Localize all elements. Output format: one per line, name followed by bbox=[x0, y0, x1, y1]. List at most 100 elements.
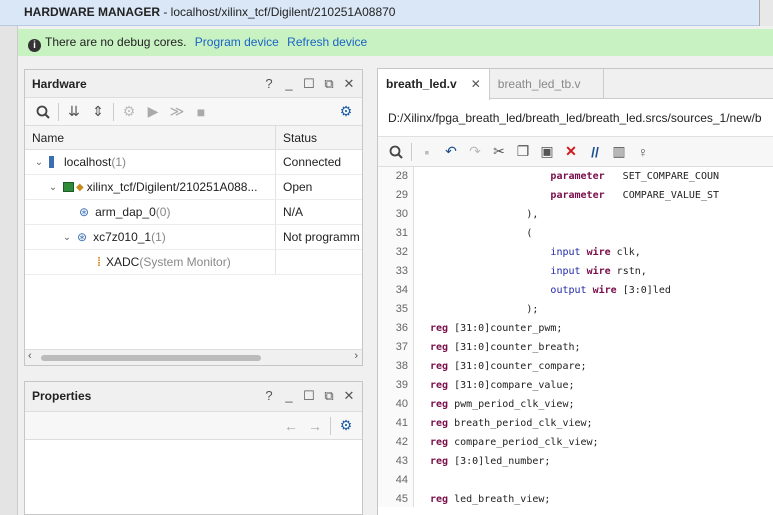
redo-icon[interactable]: ↷ bbox=[463, 140, 487, 164]
line-number: 42 bbox=[395, 436, 408, 448]
scroll-left-icon[interactable]: ‹ bbox=[28, 350, 32, 362]
code-token: reg bbox=[430, 494, 449, 505]
code-token: clk, bbox=[610, 247, 641, 258]
col-name-header[interactable]: Name bbox=[25, 126, 276, 149]
close-icon[interactable]: ✕ bbox=[342, 388, 356, 404]
code-text: output wire [3:0]led bbox=[430, 281, 670, 300]
maximize-icon[interactable]: ☐ bbox=[302, 388, 316, 404]
tree-item-name: xc7z010_1 bbox=[93, 230, 152, 244]
code-token: reg bbox=[430, 399, 449, 410]
code-text: reg [3:0]led_number; bbox=[430, 452, 550, 471]
line-number: 31 bbox=[395, 227, 408, 239]
code-token: input bbox=[550, 266, 581, 277]
code-area[interactable]: 28 parameter SET_COMPARE_COUN 29 paramete… bbox=[378, 167, 773, 509]
block-icon[interactable]: ▥ bbox=[607, 140, 631, 164]
chevron-down-icon[interactable]: ⌄ bbox=[47, 182, 59, 193]
line-number: 45 bbox=[395, 493, 408, 505]
code-text: ); bbox=[430, 300, 538, 319]
program-device-link[interactable]: Program device bbox=[195, 35, 279, 49]
col-status-header[interactable]: Status bbox=[276, 126, 317, 149]
code-line[interactable]: 45 reg led_breath_view; bbox=[378, 490, 773, 509]
info-icon: i bbox=[28, 39, 41, 52]
code-line[interactable]: 33 input wire rstn, bbox=[378, 262, 773, 281]
chip-icon: ⊛ bbox=[79, 205, 90, 219]
line-number: 37 bbox=[395, 341, 408, 353]
back-arrow-icon[interactable]: ← bbox=[279, 414, 303, 438]
stop-icon[interactable]: ■ bbox=[189, 100, 213, 124]
table-row[interactable]: ⌄ localhost (1) Connected bbox=[25, 150, 362, 175]
code-line[interactable]: 34 output wire [3:0]led bbox=[378, 281, 773, 300]
table-row[interactable]: ⌄ ⊛ xc7z010_1 (1) Not programm bbox=[25, 225, 362, 250]
search-icon[interactable] bbox=[31, 100, 55, 124]
table-row[interactable]: ⌄ ◆ xilinx_tcf/Digilent/210251A088... Op… bbox=[25, 175, 362, 200]
comment-icon[interactable]: // bbox=[583, 140, 607, 164]
code-line[interactable]: 39 reg [31:0]compare_value; bbox=[378, 376, 773, 395]
undo-icon[interactable]: ↶ bbox=[439, 140, 463, 164]
tree-item-status: N/A bbox=[283, 205, 304, 219]
scroll-right-icon[interactable]: › bbox=[354, 350, 358, 362]
code-token: output bbox=[550, 285, 587, 296]
table-row[interactable]: ⁞ XADC (System Monitor) bbox=[25, 250, 362, 275]
code-line[interactable]: 31 ( bbox=[378, 224, 773, 243]
code-text: parameter COMPARE_VALUE_ST bbox=[430, 186, 719, 205]
help-icon[interactable]: ? bbox=[262, 388, 276, 404]
code-token: COMPARE_VALUE_ST bbox=[604, 190, 719, 201]
tree-item-name: localhost bbox=[64, 155, 112, 169]
float-icon[interactable]: ⧉ bbox=[322, 76, 336, 92]
tree-item-status: Connected bbox=[283, 155, 342, 169]
code-line[interactable]: 32 input wire clk, bbox=[378, 243, 773, 262]
paste-icon[interactable]: ▣ bbox=[535, 140, 559, 164]
code-line[interactable]: 36 reg [31:0]counter_pwm; bbox=[378, 319, 773, 338]
tab-breath-led[interactable]: breath_led.v ✕ bbox=[378, 69, 490, 100]
run-trigger-icon[interactable]: ▶ bbox=[141, 100, 165, 124]
window-control[interactable] bbox=[759, 0, 773, 26]
code-line[interactable]: 35 ); bbox=[378, 300, 773, 319]
line-number: 29 bbox=[395, 189, 408, 201]
code-line[interactable]: 40 reg pwm_period_clk_view; bbox=[378, 395, 773, 414]
float-icon[interactable]: ⧉ bbox=[322, 388, 336, 404]
maximize-icon[interactable]: ☐ bbox=[302, 76, 316, 92]
code-line[interactable]: 30 ), bbox=[378, 205, 773, 224]
table-row[interactable]: ⊛ arm_dap_0 (0) N/A bbox=[25, 200, 362, 225]
code-line[interactable]: 42 reg compare_period_clk_view; bbox=[378, 433, 773, 452]
code-line[interactable]: 44 bbox=[378, 471, 773, 490]
search-icon[interactable] bbox=[384, 140, 408, 164]
run-immediate-icon[interactable]: ≫ bbox=[165, 100, 189, 124]
refresh-device-link[interactable]: Refresh device bbox=[287, 35, 367, 49]
tab-breath-led-tb[interactable]: breath_led_tb.v bbox=[490, 69, 604, 98]
settings-gear-icon[interactable]: ⚙ bbox=[334, 100, 358, 124]
expand-all-icon[interactable]: ⇕ bbox=[86, 100, 110, 124]
code-text: reg compare_period_clk_view; bbox=[430, 433, 599, 452]
code-line[interactable]: 28 parameter SET_COMPARE_COUN bbox=[378, 167, 773, 186]
line-number: 41 bbox=[395, 417, 408, 429]
cut-icon[interactable]: ✂ bbox=[487, 140, 511, 164]
lightbulb-icon[interactable]: ♀ bbox=[631, 140, 655, 164]
code-line[interactable]: 29 parameter COMPARE_VALUE_ST bbox=[378, 186, 773, 205]
code-line[interactable]: 43 reg [3:0]led_number; bbox=[378, 452, 773, 471]
code-line[interactable]: 41 reg breath_period_clk_view; bbox=[378, 414, 773, 433]
code-text: input wire rstn, bbox=[430, 262, 646, 281]
properties-toolbar: ← → ⚙ bbox=[25, 412, 362, 440]
hardware-toolbar: ⇊ ⇕ ⚙ ▶ ≫ ■ ⚙ bbox=[25, 98, 362, 126]
code-line[interactable]: 37 reg [31:0]counter_breath; bbox=[378, 338, 773, 357]
code-line[interactable]: 38 reg [31:0]counter_compare; bbox=[378, 357, 773, 376]
code-text: reg [31:0]counter_compare; bbox=[430, 357, 587, 376]
help-icon[interactable]: ? bbox=[262, 76, 276, 92]
save-icon[interactable]: ▪ bbox=[415, 140, 439, 164]
horizontal-scrollbar[interactable]: ‹ › bbox=[25, 349, 362, 365]
settings-gear-icon[interactable]: ⚙ bbox=[334, 414, 358, 438]
scrollbar-thumb[interactable] bbox=[41, 355, 261, 361]
delete-icon[interactable]: ✕ bbox=[559, 140, 583, 164]
chevron-down-icon[interactable]: ⌄ bbox=[61, 232, 73, 243]
close-icon[interactable]: ✕ bbox=[342, 76, 356, 92]
minimize-icon[interactable]: _ bbox=[282, 76, 296, 92]
collapse-all-icon[interactable]: ⇊ bbox=[62, 100, 86, 124]
code-token: reg bbox=[430, 418, 449, 429]
auto-connect-icon[interactable]: ⚙ bbox=[117, 100, 141, 124]
chevron-down-icon[interactable]: ⌄ bbox=[33, 157, 45, 168]
copy-icon[interactable]: ❐ bbox=[511, 140, 535, 164]
minimize-icon[interactable]: _ bbox=[282, 388, 296, 404]
close-tab-icon[interactable]: ✕ bbox=[471, 77, 481, 91]
forward-arrow-icon[interactable]: → bbox=[303, 414, 327, 438]
